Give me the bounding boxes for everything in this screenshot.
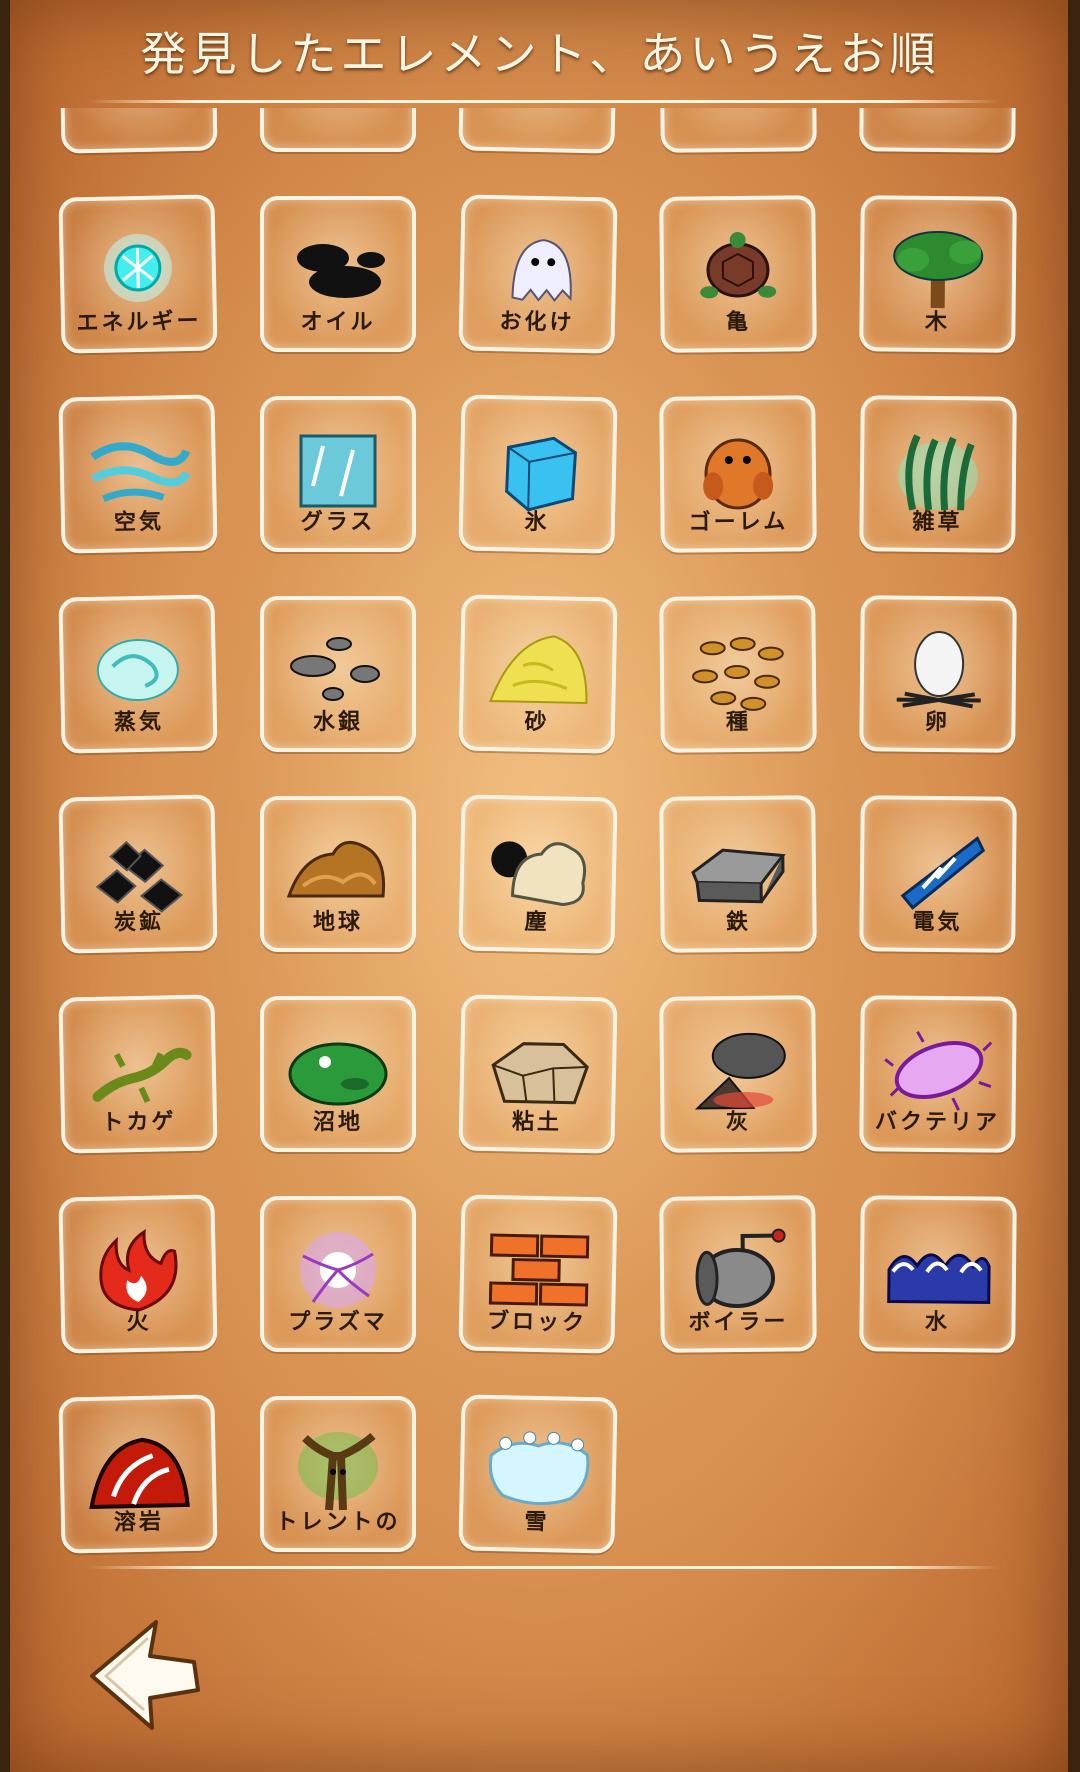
element-label: ゴーレム [688,509,789,536]
element-tile[interactable]: 空気 [58,394,218,554]
glass-icon [299,434,377,508]
partial-icon [283,108,393,116]
element-label: オイル [300,310,376,335]
element-label: 卵 [924,709,951,736]
element-label: 炭鉱 [113,909,165,936]
element-label: 亀 [725,309,752,336]
element-label: 空気 [113,509,165,536]
element-tile[interactable]: 木 [859,195,1017,353]
element-label: トレントの [275,1510,401,1535]
page-title: 発見したエレメント、あいうえお順 [140,27,940,81]
element-grid[interactable]: エネルギー オイル お化け 亀 木空気 グラス 氷 ゴーレム 雑草蒸気 水銀 砂 種 卵炭鉱 地球 塵 鉄 電気… [0,108,1080,1568]
element-label: グラス [300,510,376,535]
element-tile[interactable] [859,108,1017,153]
element-label: エネルギー [76,308,202,337]
element-tile[interactable]: ブロック [458,1194,618,1354]
element-tile[interactable]: 雪 [458,1394,618,1554]
element-tile[interactable] [659,108,817,153]
element-label: 蒸気 [113,709,165,736]
element-tile[interactable]: 鉄 [659,795,817,953]
element-label: 灰 [725,1109,752,1136]
element-label: 氷 [524,509,550,536]
element-tile[interactable]: 沼地 [260,996,416,1152]
partial-icon [883,108,994,117]
element-label: 電気 [912,909,963,936]
element-label: ボイラー [688,1309,789,1336]
element-tile[interactable]: ゴーレム [659,395,817,553]
treant-icon [298,1432,378,1511]
element-label: 砂 [524,709,550,736]
partial-icon [82,108,194,117]
element-tile[interactable]: エネルギー [58,194,218,354]
element-tile[interactable]: 電気 [859,795,1017,953]
earth-icon [286,840,386,898]
element-tile[interactable] [58,108,218,154]
element-tile[interactable]: トカゲ [58,994,218,1154]
element-label [665,135,813,137]
element-label: ブロック [486,1308,588,1337]
element-label [65,134,213,137]
element-tile[interactable]: 粘土 [458,994,618,1154]
element-tile[interactable]: 氷 [458,394,618,554]
element-label: 鉄 [725,909,752,936]
element-label [463,134,611,137]
element-tile[interactable]: 砂 [458,594,618,754]
element-label: 塵 [524,909,550,936]
top-divider [88,100,1000,103]
element-tile[interactable]: ボイラー [659,1195,817,1353]
element-tile[interactable]: 溶岩 [58,1394,218,1554]
oil-icon [297,244,385,299]
element-label [863,135,1011,137]
partial-icon [683,108,794,117]
element-label: トカゲ [101,1109,177,1136]
element-tile[interactable]: 水 [859,1195,1017,1353]
bottom-divider [88,1566,1000,1569]
element-label: 地球 [312,910,363,935]
mercury-icon [290,637,380,702]
element-tile[interactable]: バクテリア [859,995,1017,1153]
element-label: 水銀 [312,710,363,735]
element-label: 種 [725,709,752,736]
element-tile[interactable]: 水銀 [260,596,416,752]
element-tile[interactable]: 亀 [659,195,817,353]
element-label: 木 [924,309,951,336]
plasma-icon [300,1232,376,1309]
element-label: 水 [924,1309,951,1336]
back-button[interactable] [86,1616,206,1734]
element-label: 火 [126,1309,152,1336]
element-label: 沼地 [312,1110,363,1135]
element-label: お化け [499,309,575,336]
element-tile[interactable]: 火 [58,1194,218,1354]
element-tile[interactable]: お化け [458,194,618,354]
element-tile[interactable] [458,108,618,154]
element-tile[interactable]: 卵 [859,595,1017,753]
element-tile[interactable]: プラズマ [260,1196,416,1352]
back-arrow-icon [90,1620,200,1730]
partial-icon [482,108,594,117]
element-tile[interactable]: 種 [659,595,817,753]
element-label: バクテリア [874,1109,1001,1136]
element-label: プラズマ [288,1310,388,1335]
element-label: 雪 [524,1509,550,1536]
element-tile[interactable]: 炭鉱 [58,794,218,954]
element-label: 雑草 [912,509,963,536]
element-tile[interactable]: 灰 [659,995,817,1153]
element-tile[interactable]: トレントの [260,1396,416,1552]
element-tile[interactable]: 地球 [260,796,416,952]
element-tile[interactable]: グラス [260,396,416,552]
swamp-icon [288,1042,388,1106]
element-tile[interactable] [260,108,416,152]
element-tile[interactable]: オイル [260,196,416,352]
element-tile[interactable]: 蒸気 [58,594,218,754]
element-label: 粘土 [511,1109,563,1136]
element-tile[interactable]: 塵 [458,794,618,954]
element-label: 溶岩 [113,1509,165,1536]
element-tile[interactable]: 雑草 [859,395,1017,553]
